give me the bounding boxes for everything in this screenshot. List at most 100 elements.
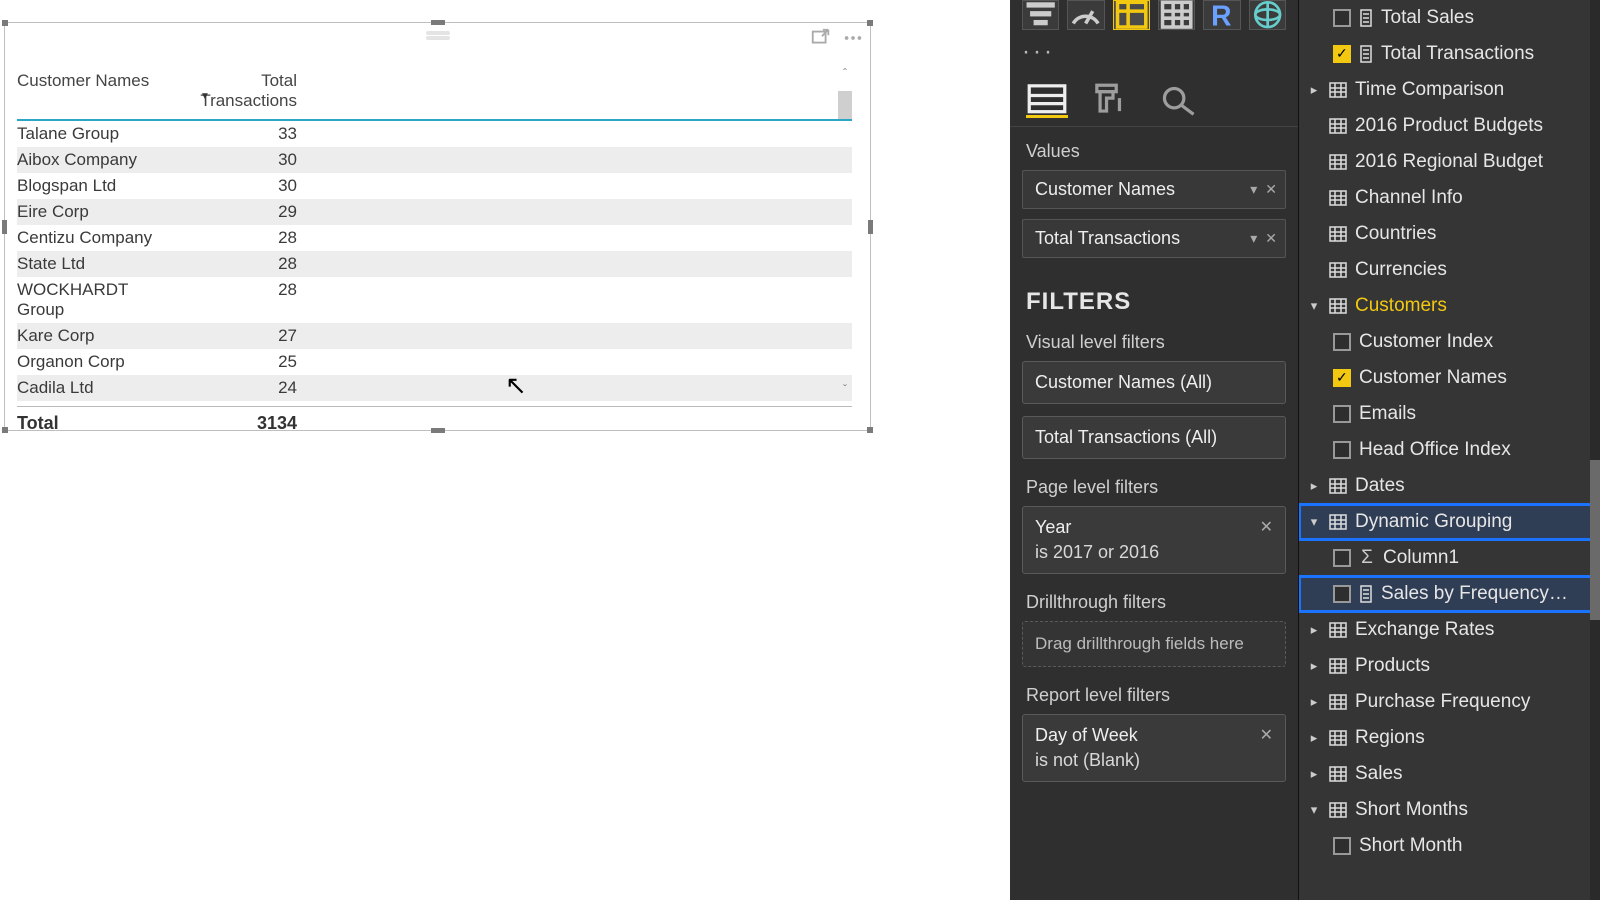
table-icon [1329, 190, 1347, 206]
viz-type-table-icon[interactable] [1113, 0, 1150, 30]
field-checkbox[interactable] [1333, 837, 1351, 855]
field-checkbox[interactable] [1333, 45, 1351, 63]
field-table-time-comparison[interactable]: ▸Time Comparison [1299, 72, 1600, 108]
expand-caret-icon[interactable]: ▸ [1307, 82, 1321, 98]
visual-drag-grip[interactable] [426, 31, 450, 35]
field-column1[interactable]: ΣColumn1 [1299, 540, 1600, 576]
field-checkbox[interactable] [1333, 441, 1351, 459]
resize-handle-left[interactable] [2, 220, 7, 234]
well-remove-icon[interactable]: ✕ [1265, 230, 1277, 247]
expand-caret-icon[interactable]: ▸ [1307, 730, 1321, 746]
table-scrollbar[interactable]: ˆ ˇ [836, 65, 854, 397]
field-table-purchase-frequency[interactable]: ▸Purchase Frequency [1299, 684, 1600, 720]
field-checkbox[interactable] [1333, 9, 1351, 27]
table-row[interactable]: Eire Corp29 [17, 199, 852, 225]
resize-handle-br[interactable] [867, 427, 873, 433]
table-row[interactable]: State Ltd28 [17, 251, 852, 277]
field-table-dynamic-grouping[interactable]: ▾Dynamic Grouping [1299, 504, 1600, 540]
field-sales-by-frequency-g-[interactable]: Sales by Frequency G... [1299, 576, 1600, 612]
field-table-2016-regional-budget[interactable]: 2016 Regional Budget [1299, 144, 1600, 180]
viz-gallery-more[interactable]: ··· [1010, 36, 1298, 76]
expand-caret-icon[interactable]: ▸ [1307, 694, 1321, 710]
field-table-products[interactable]: ▸Products [1299, 648, 1600, 684]
plf-remove-icon[interactable]: ✕ [1260, 517, 1273, 538]
resize-handle-right[interactable] [868, 220, 873, 234]
field-checkbox[interactable] [1333, 369, 1351, 387]
analytics-tab-icon[interactable] [1158, 82, 1200, 118]
field-checkbox[interactable] [1333, 333, 1351, 351]
viz-type-matrix-icon[interactable] [1158, 0, 1195, 30]
expand-caret-icon[interactable]: ▾ [1307, 514, 1321, 530]
field-table-2016-product-budgets[interactable]: 2016 Product Budgets [1299, 108, 1600, 144]
viz-type-gauge-icon[interactable] [1067, 0, 1104, 30]
fields-tab-icon[interactable] [1026, 82, 1068, 118]
field-table-currencies[interactable]: Currencies [1299, 252, 1600, 288]
scroll-track[interactable] [838, 81, 852, 381]
drillthrough-drop-zone[interactable]: Drag drillthrough fields here [1022, 621, 1286, 667]
expand-caret-icon[interactable]: ▸ [1307, 622, 1321, 638]
focus-mode-icon[interactable] [810, 27, 832, 49]
field-table-short-months[interactable]: ▾Short Months [1299, 792, 1600, 828]
table-row[interactable]: Kare Corp27 [17, 323, 852, 349]
resize-handle-top[interactable] [431, 20, 445, 25]
field-checkbox[interactable] [1333, 585, 1351, 603]
format-tab-icon[interactable] [1092, 82, 1134, 118]
field-table-regions[interactable]: ▸Regions [1299, 720, 1600, 756]
table-visual-frame[interactable]: Customer Names Total Transactions ▼ Tala… [4, 22, 871, 431]
field-total-transactions[interactable]: Total Transactions [1299, 36, 1600, 72]
table-row[interactable]: WOCKHARDT Group28 [17, 277, 852, 323]
fields-scrollbar[interactable] [1590, 0, 1600, 900]
table-row[interactable]: Blogspan Ltd30 [17, 173, 852, 199]
expand-caret-icon[interactable]: ▾ [1307, 298, 1321, 314]
scroll-thumb[interactable] [838, 91, 852, 119]
drillthrough-filters-label: Drillthrough filters [1010, 586, 1298, 621]
rlf-day-of-week[interactable]: Day of Week✕ is not (Blank) [1022, 714, 1286, 782]
expand-caret-icon[interactable]: ▾ [1307, 802, 1321, 818]
field-table-countries[interactable]: Countries [1299, 216, 1600, 252]
field-total-sales[interactable]: Total Sales [1299, 0, 1600, 36]
field-customer-index[interactable]: Customer Index [1299, 324, 1600, 360]
field-table-exchange-rates[interactable]: ▸Exchange Rates [1299, 612, 1600, 648]
fields-scroll-thumb[interactable] [1590, 460, 1600, 620]
header-customer-names[interactable]: Customer Names [17, 71, 175, 111]
well-customer-names[interactable]: Customer Names ▾✕ [1022, 170, 1286, 209]
viz-tabs [1010, 76, 1298, 127]
plf-year[interactable]: Year✕ is 2017 or 2016 [1022, 506, 1286, 574]
scroll-down-icon[interactable]: ˇ [843, 381, 847, 397]
field-emails[interactable]: Emails [1299, 396, 1600, 432]
more-options-icon[interactable] [842, 27, 864, 49]
field-table-customers[interactable]: ▾Customers [1299, 288, 1600, 324]
header-total-transactions[interactable]: Total Transactions ▼ [175, 71, 297, 111]
field-customer-names[interactable]: Customer Names [1299, 360, 1600, 396]
report-canvas[interactable]: Customer Names Total Transactions ▼ Tala… [0, 0, 1010, 900]
well-dropdown-icon[interactable]: ▾ [1250, 230, 1257, 247]
vlf-customer-names[interactable]: Customer Names (All) [1022, 361, 1286, 404]
well-remove-icon[interactable]: ✕ [1265, 181, 1277, 198]
table-row[interactable]: Centizu Company28 [17, 225, 852, 251]
scroll-up-icon[interactable]: ˆ [843, 65, 847, 81]
viz-type-funnel-icon[interactable] [1022, 0, 1059, 30]
table-row[interactable]: Aibox Company30 [17, 147, 852, 173]
field-table-dates[interactable]: ▸Dates [1299, 468, 1600, 504]
field-table-sales[interactable]: ▸Sales [1299, 756, 1600, 792]
table-row[interactable]: Cadila Ltd24 [17, 375, 852, 401]
measure-icon [1359, 585, 1373, 603]
expand-caret-icon[interactable]: ▸ [1307, 766, 1321, 782]
field-checkbox[interactable] [1333, 405, 1351, 423]
viz-type-globe-icon[interactable] [1249, 0, 1286, 30]
well-total-transactions[interactable]: Total Transactions ▾✕ [1022, 219, 1286, 258]
resize-handle-bl[interactable] [2, 427, 8, 433]
vlf-total-transactions[interactable]: Total Transactions (All) [1022, 416, 1286, 459]
field-short-month[interactable]: Short Month [1299, 828, 1600, 864]
field-table-channel-info[interactable]: Channel Info [1299, 180, 1600, 216]
table-row[interactable]: Deseret Group24 [17, 401, 852, 406]
table-row[interactable]: Talane Group33 [17, 121, 852, 147]
well-dropdown-icon[interactable]: ▾ [1250, 181, 1257, 198]
viz-type-r-icon[interactable]: R [1203, 0, 1240, 30]
expand-caret-icon[interactable]: ▸ [1307, 478, 1321, 494]
field-checkbox[interactable] [1333, 549, 1351, 567]
table-row[interactable]: Organon Corp25 [17, 349, 852, 375]
field-head-office-index[interactable]: Head Office Index [1299, 432, 1600, 468]
expand-caret-icon[interactable]: ▸ [1307, 658, 1321, 674]
rlf-remove-icon[interactable]: ✕ [1260, 725, 1273, 746]
